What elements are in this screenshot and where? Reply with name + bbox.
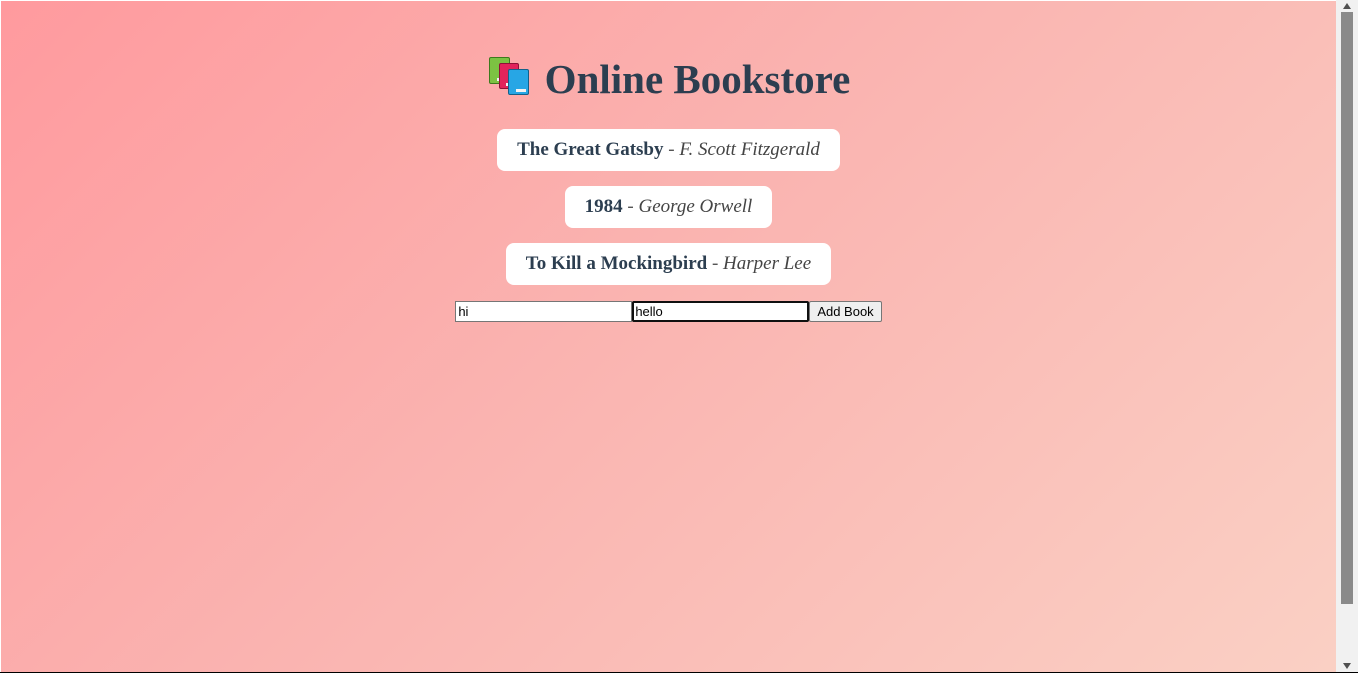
- book-author-input[interactable]: [632, 301, 810, 322]
- book-separator: -: [711, 253, 719, 274]
- book-title: The Great Gatsby: [517, 139, 664, 160]
- book-item: To Kill a Mockingbird - Harper Lee: [505, 243, 832, 285]
- book-item: The Great Gatsby - F. Scott Fitzgerald: [497, 129, 840, 171]
- book-author: F. Scott Fitzgerald: [679, 139, 820, 160]
- books-icon: [487, 55, 531, 95]
- scroll-down-icon[interactable]: [1343, 663, 1351, 669]
- book-title: 1984: [584, 196, 623, 217]
- scroll-up-icon[interactable]: [1343, 3, 1351, 9]
- page-title-text: Online Bookstore: [544, 56, 851, 102]
- book-list: The Great Gatsby - F. Scott Fitzgerald 1…: [1, 129, 1336, 300]
- add-book-button[interactable]: Add Book: [809, 301, 882, 322]
- vertical-scrollbar[interactable]: [1336, 0, 1358, 673]
- book-item: 1984 - George Orwell: [564, 186, 773, 228]
- book-title-input[interactable]: [455, 301, 633, 322]
- book-author: George Orwell: [638, 196, 753, 217]
- book-separator: -: [668, 139, 675, 160]
- add-book-form: Add Book: [1, 301, 1336, 322]
- book-separator: -: [627, 196, 634, 217]
- page-title: Online Bookstore: [1, 53, 1336, 105]
- book-author: Harper Lee: [723, 253, 812, 274]
- page-background: Online Bookstore The Great Gatsby - F. S…: [1, 1, 1336, 672]
- book-title: To Kill a Mockingbird: [525, 253, 708, 274]
- scrollbar-thumb[interactable]: [1341, 12, 1353, 604]
